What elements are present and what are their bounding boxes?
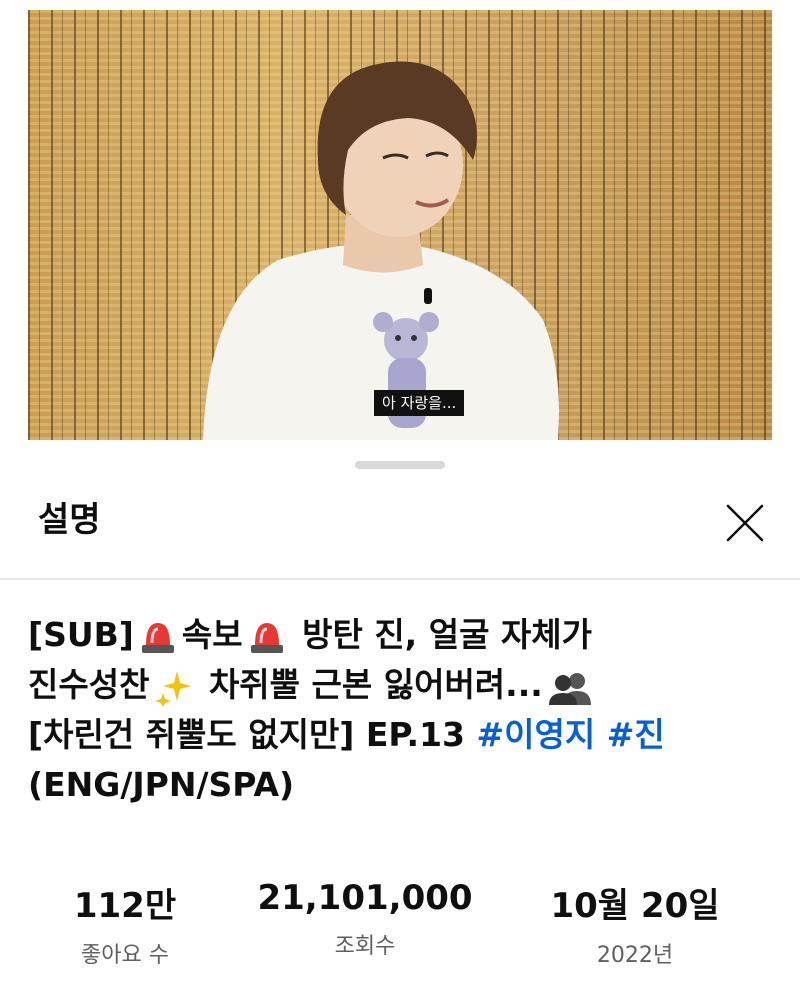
- views-stat: 21,101,000 조회수: [250, 878, 480, 960]
- title-line-2: 진수성찬 차쥐뿔 근본 잃어버려...: [28, 660, 788, 710]
- siren-icon: [141, 622, 174, 653]
- hashtag-link[interactable]: #이영지: [477, 715, 596, 754]
- sparkles-icon: [155, 670, 192, 707]
- video-subtitle: 아 자랑을...: [374, 390, 465, 416]
- title-text: (ENG/JPN/SPA): [28, 765, 295, 804]
- views-count: 21,101,000: [257, 878, 473, 918]
- title-line-1: [SUB] 속보 방탄 진, 얼굴 자체가: [28, 610, 788, 660]
- description-sheet: 설명 [SUB] 속보 방탄 진, 얼굴 자체가 진수성찬 차쥐뿔 근본 잃어버…: [0, 440, 800, 1007]
- video-player[interactable]: 아 자랑을...: [0, 0, 800, 440]
- video-still-image: [203, 61, 559, 440]
- likes-label: 좋아요 수: [81, 943, 169, 968]
- stats-row: 112만 좋아요 수 21,101,000 조회수 10월 20일 2022년: [0, 878, 800, 988]
- title-text: 차쥐뿔 근본 잃어버려...: [197, 665, 543, 704]
- title-prefix: [SUB]: [28, 615, 134, 654]
- divider: [0, 578, 800, 580]
- upload-date: 10월 20일: [550, 886, 720, 926]
- hashtag-link[interactable]: #진: [607, 715, 665, 754]
- title-breaking-news: 속보: [181, 615, 243, 654]
- likes-stat: 112만 좋아요 수: [55, 878, 195, 969]
- title-text: 진수성찬: [28, 665, 150, 704]
- close-icon: [726, 504, 764, 542]
- views-label: 조회수: [334, 934, 396, 959]
- title-line-4: (ENG/JPN/SPA): [28, 760, 788, 810]
- video-title: [SUB] 속보 방탄 진, 얼굴 자체가 진수성찬 차쥐뿔 근본 잃어버려..…: [28, 610, 788, 810]
- title-line-3: [차린건 쥐뿔도 없지만] EP.13 #이영지 #진: [28, 710, 788, 760]
- title-text: [차린건 쥐뿔도 없지만] EP.13: [28, 715, 477, 754]
- title-text: 방탄 진, 얼굴 자체가: [290, 615, 592, 654]
- sheet-title: 설명: [38, 500, 101, 540]
- date-stat: 10월 20일 2022년: [530, 878, 740, 969]
- close-button[interactable]: [722, 500, 768, 546]
- video-frame: 아 자랑을...: [28, 10, 772, 440]
- likes-count: 112만: [73, 886, 177, 926]
- busts-icon: [548, 672, 591, 705]
- upload-year: 2022년: [596, 943, 674, 968]
- siren-icon: [250, 622, 283, 653]
- drag-handle[interactable]: [355, 461, 445, 469]
